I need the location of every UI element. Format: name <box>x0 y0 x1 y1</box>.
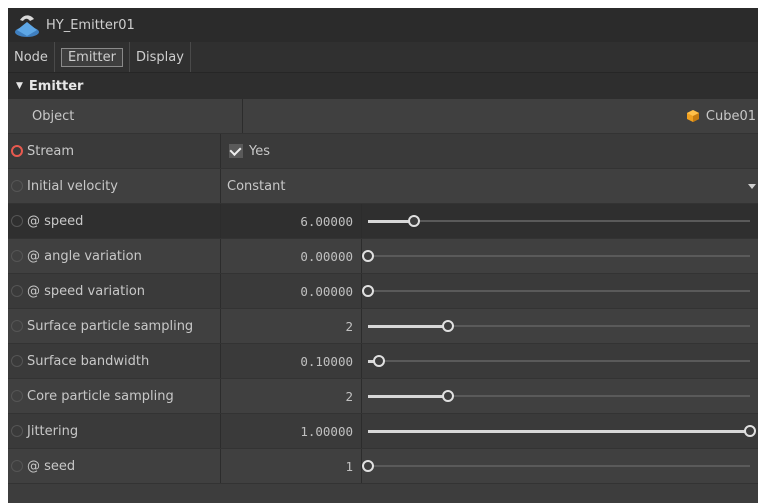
animate-toggle-icon[interactable] <box>11 390 23 402</box>
checkbox-checked-icon[interactable] <box>229 144 243 158</box>
animate-toggle-icon[interactable] <box>11 250 23 262</box>
node-titlebar: HY_Emitter01 <box>8 8 758 42</box>
slider-handle[interactable] <box>362 285 374 297</box>
animate-toggle-icon[interactable] <box>11 320 23 332</box>
cube-icon <box>686 110 699 122</box>
animate-toggle-icon[interactable] <box>11 285 23 297</box>
numeric-field[interactable]: 1 <box>221 449 362 483</box>
property-list: Object Cube01 Stream Yes Initial velocit… <box>8 99 758 484</box>
property-row-angle-variation: @ angle variation 0.00000 <box>8 239 758 274</box>
property-row-speed-variation: @ speed variation 0.00000 <box>8 274 758 309</box>
animate-toggle-icon[interactable] <box>11 460 23 472</box>
property-row-speed: @ speed 6.00000 <box>8 204 758 239</box>
numeric-field[interactable]: 2 <box>221 309 362 343</box>
slider-handle[interactable] <box>407 215 420 227</box>
seed-slider[interactable] <box>362 449 758 483</box>
property-row-surface-bandwidth: Surface bandwidth 0.10000 <box>8 344 758 379</box>
slider-handle[interactable] <box>362 460 374 472</box>
emitter-panel: HY_Emitter01 Node Emitter Display ▼ Emit… <box>8 8 758 503</box>
property-row-stream: Stream Yes <box>8 134 758 169</box>
tab-display[interactable]: Display <box>130 42 191 72</box>
collapse-arrow-icon: ▼ <box>16 81 23 91</box>
property-row-surface-particle-sampling: Surface particle sampling 2 <box>8 309 758 344</box>
property-label-stream: Stream <box>8 134 221 168</box>
surface-particle-sampling-slider[interactable] <box>362 309 758 343</box>
numeric-field[interactable]: 2 <box>221 379 362 413</box>
slider-handle[interactable] <box>744 425 756 437</box>
tab-bar: Node Emitter Display <box>8 42 758 73</box>
slider-handle[interactable] <box>442 390 455 402</box>
numeric-field[interactable]: 1.00000 <box>221 414 362 448</box>
speed-slider[interactable] <box>362 204 758 238</box>
dropdown-value: Constant <box>227 178 286 194</box>
object-field[interactable]: Cube01 <box>243 99 758 133</box>
jittering-slider[interactable] <box>362 414 758 448</box>
emitter-section-header[interactable]: ▼ Emitter <box>8 73 758 99</box>
property-row-jittering: Jittering 1.00000 <box>8 414 758 449</box>
numeric-field[interactable]: 0.00000 <box>221 274 362 308</box>
speed-variation-slider[interactable] <box>362 274 758 308</box>
initial-velocity-dropdown[interactable]: Constant <box>221 169 758 203</box>
animate-toggle-icon[interactable] <box>11 425 23 437</box>
animate-toggle-icon[interactable] <box>11 145 23 157</box>
tab-emitter[interactable]: Emitter <box>55 42 130 72</box>
surface-bandwidth-slider[interactable] <box>362 344 758 378</box>
numeric-field[interactable]: 6.00000 <box>221 204 362 238</box>
stream-checkbox-field[interactable]: Yes <box>221 134 758 168</box>
emitter-icon <box>15 15 39 37</box>
object-value: Cube01 <box>705 108 756 124</box>
tab-node[interactable]: Node <box>8 42 55 72</box>
slider-handle[interactable] <box>442 320 455 332</box>
dropdown-arrow-icon <box>748 184 756 189</box>
property-row-seed: @ seed 1 <box>8 449 758 484</box>
animate-toggle-icon[interactable] <box>11 215 23 227</box>
angle-variation-slider[interactable] <box>362 239 758 273</box>
numeric-field[interactable]: 0.10000 <box>221 344 362 378</box>
section-title: Emitter <box>28 78 84 94</box>
slider-handle[interactable] <box>373 355 386 367</box>
numeric-field[interactable]: 0.00000 <box>221 239 362 273</box>
animate-toggle-icon[interactable] <box>11 355 23 367</box>
property-row-object: Object Cube01 <box>8 99 758 134</box>
animate-toggle-icon[interactable] <box>11 180 23 192</box>
stream-value: Yes <box>249 143 270 159</box>
property-row-core-particle-sampling: Core particle sampling 2 <box>8 379 758 414</box>
slider-handle[interactable] <box>362 250 374 262</box>
node-title: HY_Emitter01 <box>46 17 135 33</box>
property-label-object: Object <box>8 99 243 133</box>
property-row-initial-velocity: Initial velocity Constant <box>8 169 758 204</box>
core-particle-sampling-slider[interactable] <box>362 379 758 413</box>
